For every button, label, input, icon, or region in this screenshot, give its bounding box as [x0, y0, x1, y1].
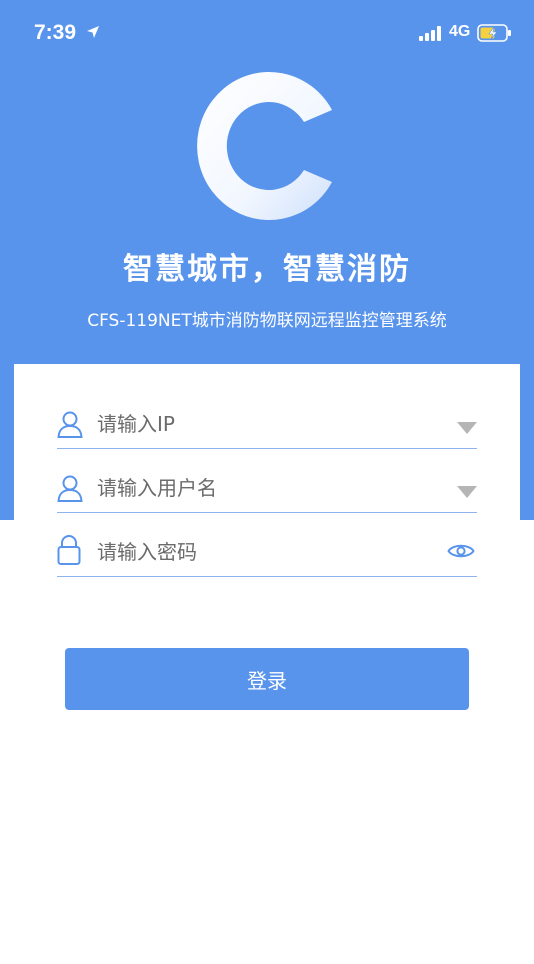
location-arrow-icon — [87, 26, 99, 38]
ip-input[interactable] — [97, 404, 437, 444]
username-input[interactable] — [97, 468, 437, 508]
battery-charging-icon — [477, 24, 511, 42]
system-subtitle: CFS-119NET城市消防物联网远程监控管理系统 — [87, 311, 447, 331]
status-bar: 7:39 4G — [0, 0, 534, 64]
password-field — [57, 532, 477, 577]
password-input[interactable] — [97, 532, 437, 572]
dropdown-triangle-icon[interactable] — [457, 486, 477, 498]
slogan: 智慧城市，智慧消防 — [123, 252, 411, 287]
login-button[interactable]: 登录 — [65, 648, 469, 710]
user-icon — [57, 411, 83, 438]
signal-bars-icon — [419, 26, 441, 41]
lock-icon — [57, 535, 81, 565]
c-logo-icon — [197, 72, 332, 221]
status-time: 7:39 — [34, 21, 77, 44]
user-icon — [57, 475, 83, 502]
network-type: 4G — [449, 23, 471, 40]
username-field — [57, 468, 477, 513]
dropdown-triangle-icon[interactable] — [457, 422, 477, 434]
eye-icon[interactable] — [447, 542, 475, 560]
ip-field — [57, 404, 477, 449]
